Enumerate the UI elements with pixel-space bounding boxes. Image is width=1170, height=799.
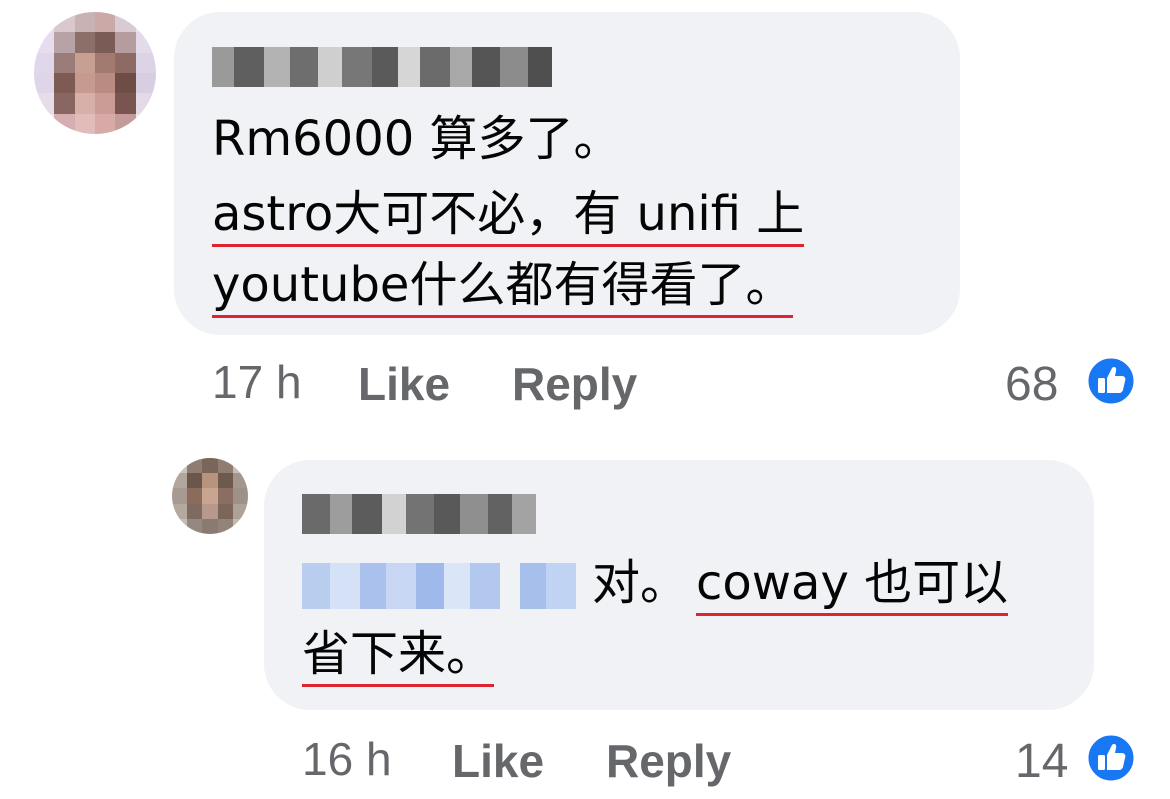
avatar[interactable] [172,458,248,534]
comment-bubble: Rm6000 算多了。 astro大可不必，有 unifi 上 youtube什… [174,12,960,335]
like-button[interactable]: Like [452,734,544,788]
underlined-text: youtube什么都有得看了。 [212,257,794,318]
author-name-blurred[interactable] [302,494,536,534]
comment-timestamp[interactable]: 16 h [302,732,392,786]
like-button[interactable]: Like [358,357,450,411]
underlined-text: astro大可不必，有 unifi 上 [212,186,805,247]
reply-button[interactable]: Reply [606,734,731,788]
author-name-blurred[interactable] [212,47,552,87]
comment-text-line: 对。 coway 也可以 [302,553,1009,616]
reply-button[interactable]: Reply [512,357,637,411]
avatar[interactable] [34,12,156,134]
reply-text: 对。 [592,555,689,611]
underlined-text: 省下来。 [302,626,495,687]
thumbs-up-icon[interactable] [1085,355,1137,407]
thumbs-up-icon[interactable] [1085,732,1137,784]
comment-text-line: Rm6000 算多了。 [212,111,622,167]
reply-bubble: 对。 coway 也可以 省下来。 [264,460,1094,710]
comment-text-line: astro大可不必，有 unifi 上 [212,184,805,247]
comment-text-line: youtube什么都有得看了。 [212,255,794,318]
comment-timestamp[interactable]: 17 h [212,355,302,409]
reaction-count[interactable]: 68 [1005,357,1058,412]
reaction-count[interactable]: 14 [1015,734,1068,789]
mention-blurred[interactable] [302,563,576,609]
comment-text-line: 省下来。 [302,624,495,687]
underlined-text: coway 也可以 [696,555,1009,616]
